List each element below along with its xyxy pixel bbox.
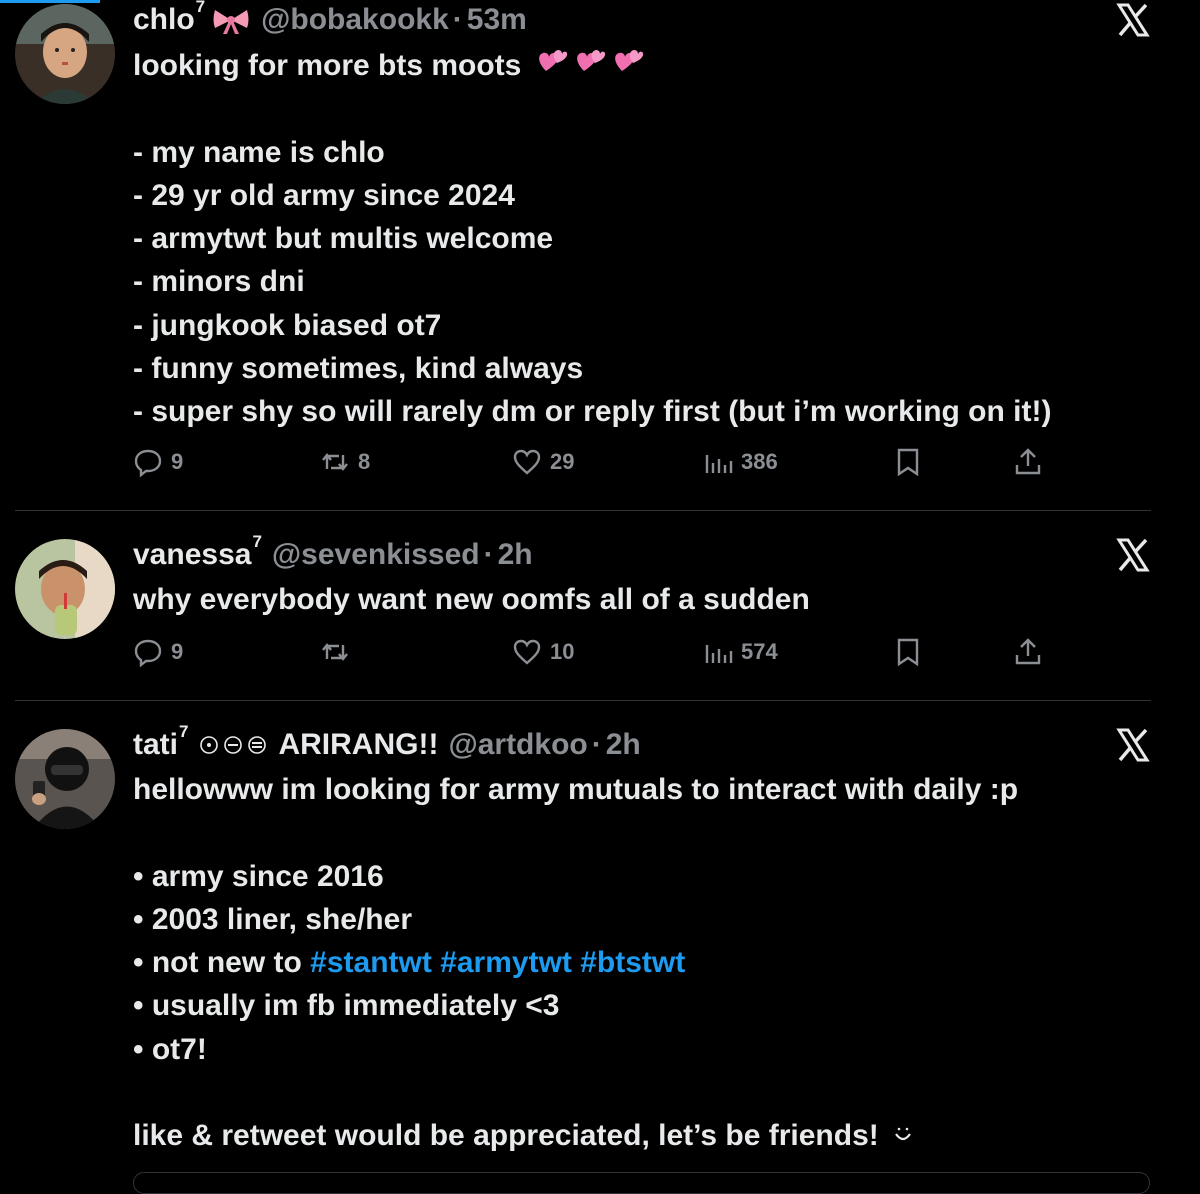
analytics-icon	[705, 645, 733, 663]
retweet-icon	[322, 453, 348, 471]
tweet-line: - 29 yr old army since 2024	[133, 178, 515, 212]
reply-icon	[134, 449, 162, 477]
hashtag-link[interactable]: #btstwt	[580, 946, 685, 979]
separator: ·	[452, 3, 463, 36]
views-button[interactable]: 574	[703, 637, 778, 667]
share-button[interactable]	[1013, 447, 1051, 477]
reply-count: 9	[171, 639, 184, 664]
tweet-line: - armytwt but multis welcome	[133, 222, 554, 256]
hashtag-link[interactable]: #stantwt	[310, 946, 432, 979]
pink-ribbon-icon	[213, 10, 249, 34]
bookmark-icon	[897, 638, 919, 667]
tweet-actions: 9 8 29 386	[0, 447, 1200, 483]
bookmark-icon	[897, 448, 919, 477]
tweet-actions: 9 10 574	[0, 637, 1200, 673]
like-count: 29	[550, 449, 575, 474]
like-count: 10	[550, 639, 575, 664]
display-name[interactable]: vanessa7	[133, 532, 262, 572]
name-icons	[198, 734, 270, 756]
tweet-bullet: • army since 2016	[133, 859, 384, 893]
tweet-first-line: why everybody want new oomfs all of a su…	[133, 583, 810, 616]
views-button[interactable]: 386	[703, 447, 778, 477]
tweet-text: looking for more bts moots - my name is …	[133, 43, 1143, 434]
handle[interactable]: @bobakookk	[261, 3, 449, 37]
bookmark-button[interactable]	[893, 447, 931, 477]
pink-hearts-icon	[614, 50, 643, 71]
tweet-3[interactable]: tati7 ARIRANG!! @artdkoo · 2h hellowww i…	[0, 722, 1200, 1185]
view-count: 386	[741, 449, 778, 474]
tweet-bullet: • not new to	[133, 946, 302, 980]
tweet-bullet: • 2003 liner, she/her	[133, 902, 412, 936]
tweet-text: why everybody want new oomfs all of a su…	[133, 578, 1143, 621]
retweet-icon	[322, 643, 348, 661]
x-logo-icon	[1116, 3, 1150, 37]
reply-icon	[134, 639, 162, 667]
tweet-bullet: • usually im fb immediately <3	[133, 989, 560, 1023]
reply-button[interactable]: 9	[133, 637, 183, 667]
retweet-button[interactable]: 8	[320, 447, 370, 477]
display-name-suffix: ARIRANG!!	[278, 728, 439, 761]
retweet-count: 8	[358, 449, 371, 474]
avatar[interactable]	[15, 539, 115, 639]
circle-dot-icon	[200, 736, 219, 754]
x-logo-icon	[1116, 728, 1150, 762]
timestamp[interactable]: 53m	[467, 3, 527, 37]
media-card-edge	[133, 1172, 1150, 1194]
tweet-closing: like & retweet would be appreciated, let…	[133, 1119, 879, 1153]
reply-button[interactable]: 9	[133, 447, 183, 477]
x-logo-icon	[1116, 538, 1150, 572]
tweet-line: - jungkook biased ot7	[133, 308, 442, 342]
tweet-header: chlo7 @bobakookk · 53m	[133, 0, 527, 40]
tweet-header: tati7 ARIRANG!! @artdkoo · 2h	[133, 722, 641, 765]
like-button[interactable]: 10	[512, 637, 574, 667]
pink-hearts-icon	[576, 50, 605, 71]
tweet-line: - minors dni	[133, 265, 305, 299]
divider	[15, 510, 1151, 511]
like-button[interactable]: 29	[512, 447, 574, 477]
share-icon	[1015, 638, 1041, 665]
tweet-first-line: looking for more bts moots	[133, 49, 522, 82]
tweet-header: vanessa7 @sevenkissed · 2h	[133, 532, 533, 575]
share-icon	[1015, 448, 1041, 475]
handle[interactable]: @sevenkissed	[272, 538, 480, 572]
share-button[interactable]	[1013, 637, 1051, 667]
view-count: 574	[741, 639, 778, 664]
reply-count: 9	[171, 449, 184, 474]
tweet-line: - super shy so will rarely dm or reply f…	[133, 395, 1052, 429]
circle-equal-icon	[248, 736, 267, 754]
bookmark-button[interactable]	[893, 637, 931, 667]
tweet-1[interactable]: chlo7 @bobakookk · 53m looking for more …	[0, 0, 1200, 510]
heart-icon	[513, 639, 541, 665]
handle[interactable]: @artdkoo	[448, 728, 587, 762]
display-name[interactable]: tati7	[133, 722, 188, 762]
hashtag-link[interactable]: #armytwt	[440, 946, 572, 979]
retweet-button[interactable]	[320, 637, 358, 667]
avatar[interactable]	[15, 4, 115, 104]
analytics-icon	[705, 455, 733, 473]
separator: ·	[591, 728, 602, 761]
circle-minus-icon	[224, 736, 243, 754]
timestamp[interactable]: 2h	[498, 538, 533, 572]
tweet-2[interactable]: vanessa7 @sevenkissed · 2h why everybody…	[0, 532, 1200, 700]
smile-icon	[895, 1128, 912, 1141]
tweet-line: - my name is chlo	[133, 135, 385, 169]
tweet-text: hellowww im looking for army mutuals to …	[133, 768, 1143, 1158]
avatar[interactable]	[15, 729, 115, 829]
timestamp[interactable]: 2h	[606, 728, 641, 762]
pink-hearts-icon	[538, 50, 567, 71]
tweet-line: - funny sometimes, kind always	[133, 352, 584, 386]
display-name[interactable]: chlo7	[133, 0, 205, 37]
tweet-first-line: hellowww im looking for army mutuals to …	[133, 773, 1019, 806]
heart-icon	[513, 449, 541, 475]
separator: ·	[483, 538, 494, 571]
divider	[15, 700, 1151, 701]
tweet-bullet: • ot7!	[133, 1032, 207, 1066]
